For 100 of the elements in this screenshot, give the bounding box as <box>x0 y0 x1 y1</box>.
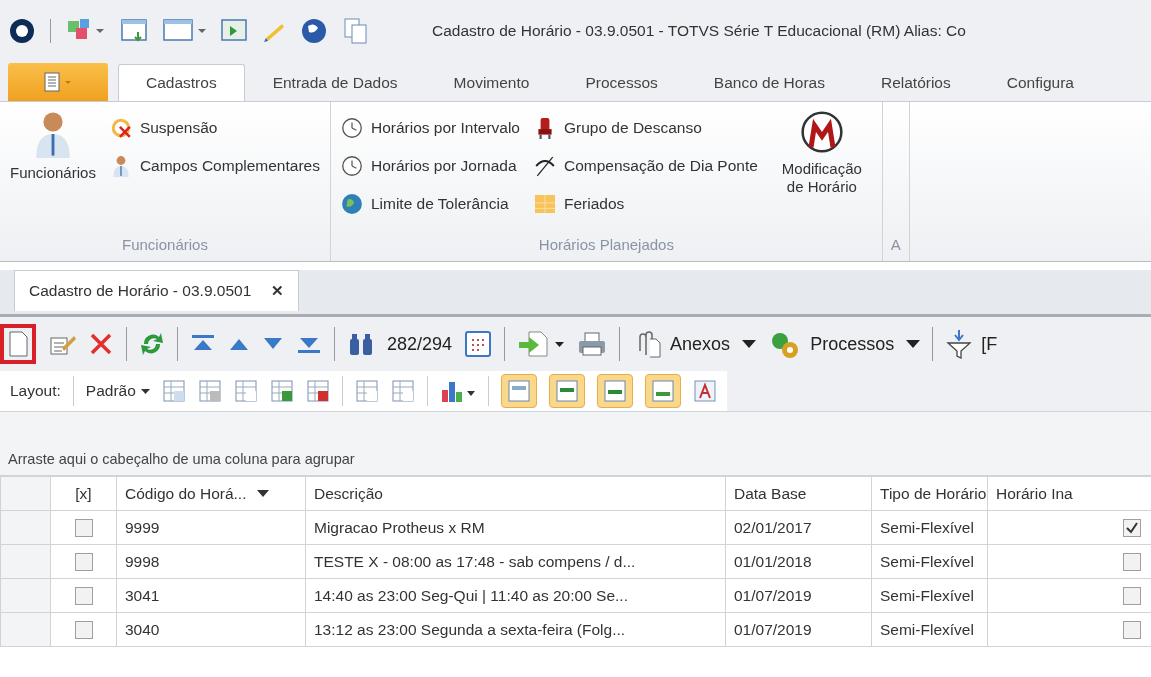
table-cell: 14:40 as 23:00 Seg-Qui | 11:40 as 20:00 Se... <box>305 578 726 613</box>
table-cell: 02/01/2017 <box>725 510 872 545</box>
ribbon-large-button[interactable]: Modificação de Horário <box>771 110 872 236</box>
ribbon-tab[interactable]: Entrada de Dados <box>244 64 426 101</box>
table-cell: Semi-Flexível <box>871 544 988 579</box>
delete-icon[interactable] <box>88 331 114 357</box>
table-cell: 3041 <box>116 578 306 613</box>
ribbon-button[interactable]: Horários por Jornada <box>340 152 520 180</box>
dropdown-arrow-icon[interactable] <box>742 340 757 348</box>
toolbar-button[interactable]: [F <box>945 329 998 359</box>
ribbon-large-button[interactable]: Funcionários <box>10 110 96 236</box>
clock-icon <box>340 117 363 139</box>
close-tab-button[interactable]: ✕ <box>271 282 285 300</box>
group-label: Funcionários <box>121 236 209 255</box>
ribbon-button[interactable]: Grupo de Descanso <box>534 114 758 142</box>
dropdown-arrow-icon[interactable] <box>256 490 269 497</box>
table-cell: 01/07/2019 <box>725 612 872 647</box>
printer-icon[interactable] <box>577 331 608 357</box>
column-header[interactable]: Horário Ina <box>987 476 1151 511</box>
grid-icon[interactable] <box>305 379 330 403</box>
window-icon[interactable] <box>120 18 148 44</box>
document-tab[interactable]: Cadastro de Horário - 03.9.0501 ✕ <box>14 270 300 311</box>
group-by-hint: Arraste aqui o cabeçalho de uma coluna para agrupar <box>8 451 355 467</box>
checkbox[interactable] <box>74 620 93 639</box>
checkbox[interactable] <box>1123 586 1141 605</box>
column-header[interactable]: Código do Horá... <box>116 476 306 511</box>
exit-icon[interactable] <box>220 18 248 44</box>
record-counter: 282/294 <box>387 333 453 355</box>
table-cell: TESTE X - 08:00 as 17:48 - sab compens / d... <box>305 544 726 579</box>
column-header[interactable]: [x] <box>50 476 117 511</box>
grid-icon <box>507 380 530 402</box>
layout-preset-dropdown[interactable]: Padrão <box>85 382 150 400</box>
table-cell: 3040 <box>116 612 306 647</box>
ribbon-button[interactable]: Suspensão <box>109 114 320 142</box>
window-icon[interactable] <box>162 18 206 44</box>
toolbar-button[interactable]: Anexos <box>632 329 731 359</box>
clock-icon <box>799 110 844 154</box>
layout-label: Layout: <box>10 382 61 400</box>
grid-icon <box>603 380 626 402</box>
dropdown-arrow-icon <box>140 388 150 394</box>
calendar-grid-icon[interactable] <box>464 330 493 358</box>
ribbon-tab[interactable]: Movimento <box>425 64 558 101</box>
arch-icon <box>534 155 556 177</box>
group-label: A <box>889 236 902 255</box>
toolbar-button[interactable]: Processos <box>768 329 895 359</box>
down-arrow-icon[interactable] <box>262 337 284 351</box>
view-toggle-button[interactable] <box>644 374 681 408</box>
table-cell: Semi-Flexível <box>871 612 988 647</box>
table-cell: Semi-Flexível <box>871 578 988 613</box>
view-toggle-button[interactable] <box>500 374 537 408</box>
column-header[interactable]: Tipo de Horário <box>871 476 988 511</box>
ribbon-button[interactable]: Compensação de Dia Ponte <box>534 152 758 180</box>
checkbox[interactable] <box>1123 518 1141 537</box>
globe-icon <box>340 193 363 215</box>
table-cell: Semi-Flexível <box>871 510 988 545</box>
group-label: Horários Planejados <box>537 236 675 255</box>
checkbox[interactable] <box>74 586 93 605</box>
view-toggle-button[interactable] <box>596 374 633 408</box>
dropdown-arrow-icon[interactable] <box>906 340 921 348</box>
checkbox[interactable] <box>1123 620 1141 639</box>
filter-icon <box>945 329 974 359</box>
app-logo-icon[interactable] <box>8 17 36 45</box>
ribbon-button[interactable]: Horários por Intervalo <box>340 114 520 142</box>
document-icon <box>43 71 73 93</box>
checkbox[interactable] <box>74 552 93 571</box>
column-header[interactable]: Data Base <box>725 476 872 511</box>
table-cell: 9999 <box>116 510 306 545</box>
export-icon[interactable] <box>517 330 566 358</box>
calendar-icon <box>534 193 556 215</box>
toolbar-separator-icon <box>50 19 52 43</box>
application-menu-button[interactable] <box>8 63 108 101</box>
up-arrow-icon[interactable] <box>228 337 250 351</box>
ribbon-tab[interactable]: Processos <box>557 64 686 101</box>
checkbox[interactable] <box>74 518 93 537</box>
grid-icon[interactable] <box>269 379 294 403</box>
ribbon-button[interactable]: Limite de Tolerância <box>340 190 520 218</box>
table-cell: Migracao Protheus x RM <box>305 510 726 545</box>
new-document-icon <box>7 330 29 358</box>
new-record-button[interactable] <box>0 324 36 364</box>
ribbon-tab[interactable]: Cadastros <box>118 64 245 101</box>
checkbox[interactable] <box>1123 552 1141 571</box>
ribbon-button[interactable]: Feriados <box>534 190 758 218</box>
font-icon[interactable] <box>692 379 717 403</box>
column-header[interactable]: Descrição <box>305 476 726 511</box>
ribbon-tab[interactable]: Relatórios <box>852 64 979 101</box>
documents-icon[interactable] <box>342 17 370 45</box>
table-cell: 13:12 as 23:00 Segunda a sexta-feira (Folg... <box>305 612 726 647</box>
window-title: Cadastro de Horário - 03.9.0501 - TOTVS Série T Educacional (RM) Alias: Co <box>432 22 966 40</box>
ribbon-tab[interactable]: Banco de Horas <box>685 64 853 101</box>
alarm-clock-icon <box>109 117 132 139</box>
grid-icon <box>651 380 674 402</box>
view-toggle-button[interactable] <box>548 374 585 408</box>
table-cell: 9998 <box>116 544 306 579</box>
clock-icon <box>340 155 363 177</box>
ribbon-button[interactable]: Campos Complementares <box>109 152 320 180</box>
globe-icon[interactable] <box>300 17 328 45</box>
grid-icon <box>555 380 578 402</box>
ribbon-tab[interactable]: Configura <box>978 64 1102 101</box>
table-cell: 01/01/2018 <box>725 544 872 579</box>
table-cell: 01/07/2019 <box>725 578 872 613</box>
